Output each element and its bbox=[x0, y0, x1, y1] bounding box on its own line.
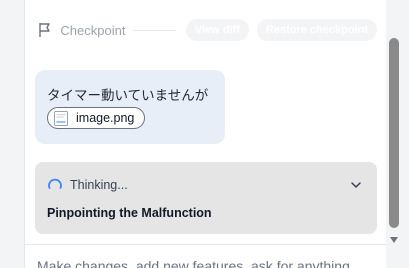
thinking-card[interactable]: Thinking... Pinpointing the Malfunction bbox=[35, 162, 377, 234]
scroll-down-arrow-icon[interactable] bbox=[389, 231, 399, 243]
user-message-bubble: タイマー動いていませんが image.png bbox=[35, 70, 225, 144]
image-attachment-chip[interactable]: image.png bbox=[47, 107, 146, 129]
view-diff-button[interactable]: View diff bbox=[185, 19, 249, 41]
checkpoint-divider bbox=[133, 29, 176, 31]
composer-divider bbox=[25, 244, 387, 245]
scrollbar-thumb[interactable] bbox=[389, 38, 399, 228]
thinking-status-label: Thinking... bbox=[70, 178, 128, 192]
spinner-icon bbox=[47, 177, 63, 193]
chat-panel: Checkpoint View diff Restore checkpoint … bbox=[24, 0, 387, 268]
user-message-text: タイマー動いていませんが bbox=[47, 88, 209, 104]
restore-checkpoint-button[interactable]: Restore checkpoint bbox=[256, 19, 377, 41]
checkpoint-row: Checkpoint View diff Restore checkpoint bbox=[37, 18, 377, 42]
prompt-input[interactable] bbox=[37, 256, 377, 268]
attachment-filename: image.png bbox=[76, 111, 135, 125]
thinking-title: Pinpointing the Malfunction bbox=[47, 206, 212, 220]
chevron-down-icon[interactable] bbox=[349, 178, 363, 190]
checkpoint-label: Checkpoint bbox=[60, 22, 126, 38]
chat-window: Checkpoint View diff Restore checkpoint … bbox=[0, 0, 409, 268]
flag-icon bbox=[37, 22, 52, 38]
image-file-icon bbox=[54, 110, 68, 126]
